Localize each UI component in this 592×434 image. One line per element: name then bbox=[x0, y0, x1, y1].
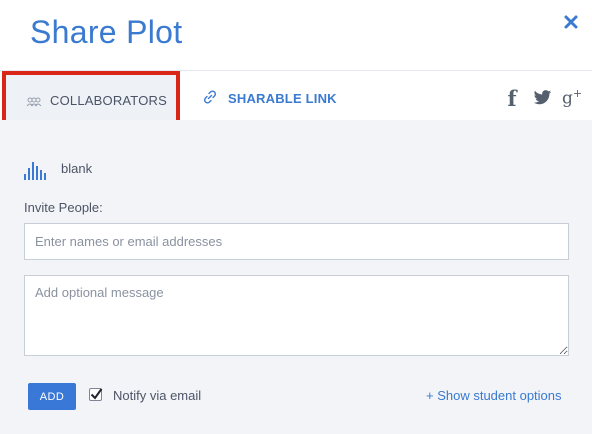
close-button[interactable] bbox=[560, 11, 582, 33]
checkmark-icon bbox=[90, 388, 103, 400]
dialog-title: Share Plot bbox=[30, 14, 183, 50]
dialog-header: Share Plot bbox=[0, 0, 592, 70]
bar-chart-icon bbox=[24, 162, 46, 180]
dialog-body: blank Invite People: ADD Notify via emai… bbox=[0, 120, 592, 434]
twitter-share-button[interactable] bbox=[532, 87, 552, 109]
googleplus-letter: g bbox=[561, 88, 573, 109]
add-button[interactable]: ADD bbox=[28, 383, 76, 410]
googleplus-icon: g+ bbox=[562, 87, 582, 109]
tab-sharable-link-label: SHARABLE LINK bbox=[228, 91, 337, 106]
share-tabs: COLLABORATORS SHARABLE LINK f g+ bbox=[0, 70, 592, 131]
show-student-options-link[interactable]: + Show student options bbox=[426, 388, 562, 403]
twitter-icon bbox=[533, 90, 551, 105]
close-icon[interactable] bbox=[563, 14, 579, 30]
names-input[interactable] bbox=[24, 223, 569, 260]
tab-sharable-link[interactable]: SHARABLE LINK bbox=[200, 71, 340, 121]
plot-name: blank bbox=[61, 161, 93, 176]
facebook-share-button[interactable]: f bbox=[504, 85, 520, 111]
facebook-icon: f bbox=[507, 85, 517, 111]
people-icon bbox=[26, 97, 42, 107]
notify-checkbox[interactable] bbox=[89, 388, 103, 401]
invite-people-label: Invite People: bbox=[24, 200, 103, 215]
googleplus-plus: + bbox=[572, 87, 583, 101]
message-field[interactable] bbox=[24, 275, 569, 356]
googleplus-share-button[interactable]: g+ bbox=[560, 87, 584, 109]
tab-collaborators-label: COLLABORATORS bbox=[50, 93, 167, 108]
link-icon bbox=[203, 90, 217, 104]
notify-label: Notify via email bbox=[113, 388, 202, 403]
